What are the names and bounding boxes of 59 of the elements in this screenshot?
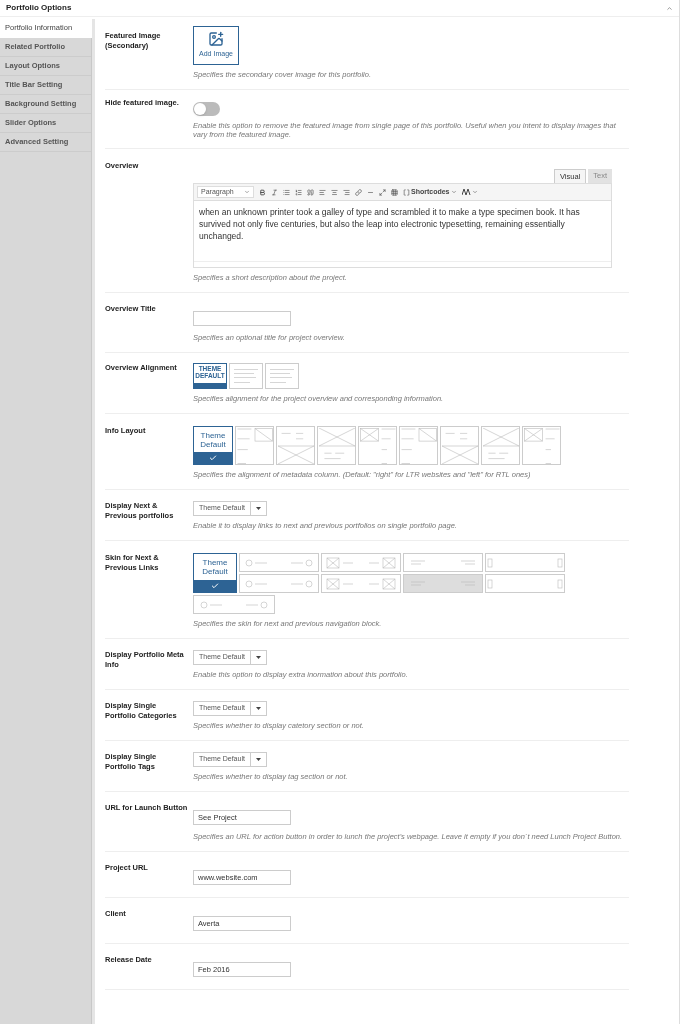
layout-option[interactable] bbox=[399, 426, 438, 465]
caret-icon bbox=[256, 758, 261, 761]
check-icon bbox=[211, 582, 219, 590]
skin-option[interactable] bbox=[193, 595, 275, 614]
brackets-icon bbox=[403, 188, 410, 196]
skin-option[interactable] bbox=[239, 553, 319, 572]
align-center-icon[interactable] bbox=[331, 188, 338, 196]
skin-option[interactable] bbox=[485, 553, 565, 572]
text-lines-icon bbox=[270, 369, 294, 383]
skin-option[interactable] bbox=[485, 574, 565, 593]
quote-icon[interactable] bbox=[307, 188, 314, 196]
caret-icon bbox=[256, 507, 261, 510]
font-size-icon bbox=[461, 189, 471, 195]
bold-icon[interactable] bbox=[259, 188, 266, 196]
wireframe-icon bbox=[323, 554, 399, 571]
layout-option[interactable] bbox=[276, 426, 315, 465]
alignment-option[interactable] bbox=[229, 363, 263, 389]
caret-icon bbox=[450, 189, 457, 195]
check-icon bbox=[209, 454, 217, 462]
wireframe-icon bbox=[236, 427, 273, 464]
layout-option[interactable] bbox=[440, 426, 479, 465]
skin-option[interactable] bbox=[403, 553, 483, 572]
selected-bar bbox=[194, 383, 226, 388]
theme-default-option[interactable]: Theme Default bbox=[193, 553, 237, 593]
layout-option[interactable] bbox=[481, 426, 520, 465]
skin-option[interactable] bbox=[239, 574, 319, 593]
caret-icon bbox=[256, 707, 261, 710]
text-lines-icon bbox=[234, 369, 258, 383]
skin-option[interactable] bbox=[321, 574, 401, 593]
layout-option[interactable] bbox=[235, 426, 274, 465]
skin-option[interactable] bbox=[321, 553, 401, 572]
text-field[interactable] bbox=[193, 311, 291, 326]
collapse-toggle[interactable] bbox=[666, 4, 673, 12]
caret-icon bbox=[244, 189, 250, 195]
numbered-list-icon[interactable] bbox=[295, 188, 302, 196]
table-icon[interactable] bbox=[391, 188, 398, 196]
link-icon[interactable] bbox=[355, 188, 362, 196]
skin-option[interactable] bbox=[403, 574, 483, 593]
wireframe-icon bbox=[359, 427, 396, 464]
layout-option[interactable] bbox=[317, 426, 356, 465]
italic-icon[interactable] bbox=[271, 188, 278, 196]
caret-icon bbox=[256, 656, 261, 659]
toggle-switch[interactable] bbox=[193, 102, 220, 116]
collapse-icon bbox=[666, 4, 673, 12]
layout-option[interactable] bbox=[522, 426, 561, 465]
bulleted-list-icon[interactable] bbox=[283, 188, 290, 196]
wireframe-icon bbox=[523, 427, 560, 464]
align-right-icon[interactable] bbox=[343, 188, 350, 196]
font-size-dropdown[interactable] bbox=[461, 189, 478, 195]
layout-option[interactable] bbox=[358, 426, 397, 465]
panel-title: Portfolio Options bbox=[6, 2, 72, 14]
wireframe-icon bbox=[400, 427, 437, 464]
caret-icon bbox=[471, 189, 478, 195]
theme-default-option[interactable]: Theme Default bbox=[193, 426, 233, 465]
align-left-icon[interactable] bbox=[319, 188, 326, 196]
wireframe-icon bbox=[323, 575, 399, 592]
fullscreen-icon[interactable] bbox=[379, 188, 386, 196]
image-add-icon bbox=[208, 31, 224, 48]
alignment-option[interactable] bbox=[265, 363, 299, 389]
